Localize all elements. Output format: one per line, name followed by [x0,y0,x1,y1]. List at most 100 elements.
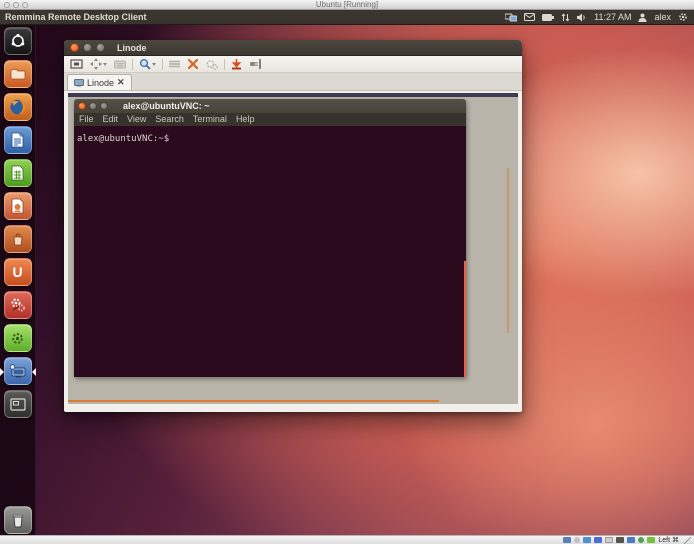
terminal-menubar: File Edit View Search Terminal Help [74,113,466,126]
toolbar-separator [132,59,133,70]
ubuntu-logo-icon [10,33,26,49]
volume-icon[interactable] [577,13,587,22]
window-title: Linode [117,43,147,53]
scaled-mode-button[interactable] [89,57,108,71]
menu-edit[interactable]: Edit [103,113,119,126]
unity-launcher: U [0,25,36,537]
launcher-item-firefox[interactable] [0,93,36,122]
window-close-button[interactable] [70,43,79,52]
network-adapter-icon[interactable] [594,537,602,543]
toolbar-separator [224,59,225,70]
clock[interactable]: 11:27 AM [594,12,631,22]
firefox-icon [9,98,27,116]
launcher-item-workspace-switcher[interactable] [0,390,36,419]
battery-icon[interactable] [542,14,554,21]
tools-button[interactable] [186,57,200,71]
remote-desktop-top-edge [68,93,518,97]
terminal-title: alex@ubuntuVNC: ~ [123,101,210,111]
usb-icon[interactable] [605,537,613,543]
optical-disc-icon[interactable] [574,537,580,543]
mail-icon[interactable] [524,13,535,21]
remmina-window: Linode [64,40,522,412]
user-icon[interactable] [638,13,647,22]
menu-terminal[interactable]: Terminal [193,113,227,126]
running-arrow-icon [0,368,4,376]
fullscreen-button[interactable] [69,58,84,70]
remmina-titlebar[interactable]: Linode [64,40,522,56]
vm-window-titlebar: Ubuntu [Running] [0,0,694,10]
resize-grip[interactable] [684,537,691,544]
virtualbox-statusbar: Left ⌘ [0,535,694,544]
launcher-item-libreoffice-writer[interactable] [0,126,36,155]
screenshot-button[interactable] [230,57,243,71]
writer-document-icon [11,132,24,148]
toolbar-separator [162,59,163,70]
terminal-content[interactable]: alex@ubuntuVNC:~$ [74,126,466,377]
menu-file[interactable]: File [79,113,94,126]
preferences-button[interactable] [205,58,219,71]
remmina-tabbar: Linode ✕ [64,73,522,91]
gear-refresh-icon [10,331,25,346]
dropdown-caret-icon [152,63,156,66]
terminal-minimize-button[interactable] [89,102,97,110]
launcher-item-ubuntu-one[interactable]: U [0,258,36,287]
menu-view[interactable]: View [127,113,146,126]
menu-help[interactable]: Help [236,113,255,126]
shared-folders-icon[interactable] [616,537,624,543]
terminal-window[interactable]: alex@ubuntuVNC: ~ File Edit View Search … [74,99,466,377]
remote-screen-icon [74,79,84,87]
features-icon[interactable] [638,537,644,543]
launcher-item-libreoffice-impress[interactable] [0,192,36,221]
ubuntu-one-icon: U [12,265,22,279]
network-icon[interactable] [505,13,517,22]
ubuntu-top-panel: Remmina Remote Desktop Client 11:27 AM a… [0,10,694,25]
sync-arrows-icon[interactable] [561,13,570,22]
focused-arrow-icon [32,368,36,376]
terminal-close-button[interactable] [78,102,86,110]
menu-search[interactable]: Search [155,113,184,126]
trash-icon [11,513,25,528]
window-minimize-button[interactable] [83,43,92,52]
folder-icon [10,68,26,80]
launcher-item-libreoffice-calc[interactable] [0,159,36,188]
dropdown-caret-icon [103,63,107,66]
launcher-item-ubuntu-software-center[interactable] [0,225,36,254]
launcher-item-trash[interactable] [0,506,36,535]
disconnect-button[interactable] [248,57,263,71]
quality-button[interactable] [168,59,181,69]
launcher-item-dash-home[interactable] [0,27,36,56]
shell-prompt: alex@ubuntuVNC:~$ [77,134,169,144]
grab-keyboard-button[interactable] [113,59,127,70]
tab-close-button[interactable]: ✕ [117,78,125,87]
audio-icon[interactable] [583,537,591,543]
remmina-toolbar [64,56,522,73]
remote-desktop-view[interactable]: alex@ubuntuVNC: ~ File Edit View Search … [66,91,520,406]
hdd-icon[interactable] [563,537,571,543]
remote-desktop-icon [9,364,26,378]
calc-spreadsheet-icon [11,165,24,181]
vm-window-title: Ubuntu [Running] [0,0,694,10]
gear-icon[interactable] [678,12,688,22]
desktop-wallpaper: Ubuntu [Running] Remmina Remote Desktop … [0,0,694,544]
zoom-button[interactable] [138,57,157,71]
launcher-item-update-manager[interactable] [0,324,36,353]
username-label[interactable]: alex [654,12,671,22]
launcher-item-home-folder[interactable] [0,60,36,89]
gears-tools-icon [10,297,26,313]
render-artifact-line [68,400,439,402]
host-key-label: Left ⌘ [658,536,679,544]
launcher-item-system-settings[interactable] [0,291,36,320]
impress-presentation-icon [11,198,24,214]
tab-label: Linode [87,78,114,88]
tab-linode[interactable]: Linode ✕ [67,74,132,90]
terminal-maximize-button[interactable] [100,102,108,110]
shopping-bag-icon [11,232,25,246]
mouse-capture-icon[interactable] [647,537,655,543]
panel-app-title: Remmina Remote Desktop Client [0,12,147,22]
window-maximize-button[interactable] [96,43,105,52]
terminal-titlebar[interactable]: alex@ubuntuVNC: ~ [74,99,466,113]
window-outline-icon [10,398,26,411]
render-artifact-line [464,261,466,377]
launcher-item-remmina[interactable] [0,357,36,386]
display-icon[interactable] [627,537,635,543]
